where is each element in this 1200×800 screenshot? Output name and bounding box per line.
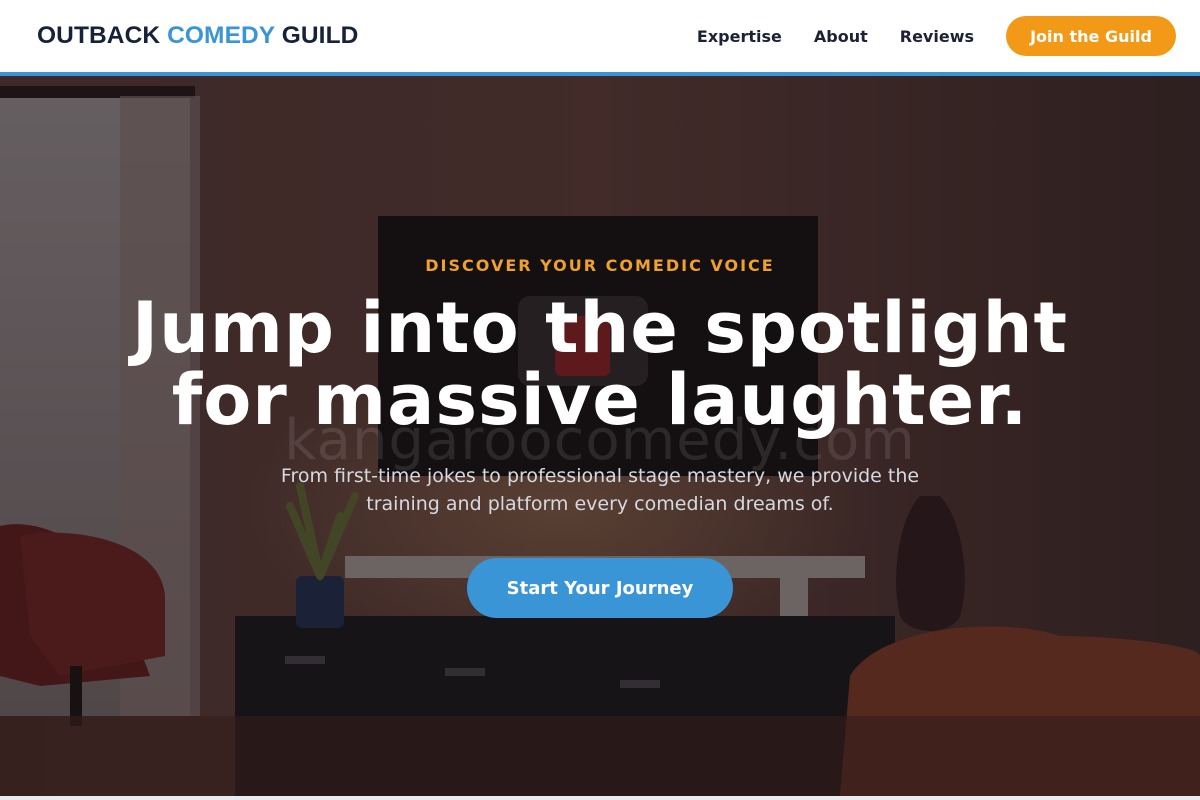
main-nav: Expertise About Reviews Join the Guild <box>697 16 1176 56</box>
logo-text-outback: OUTBACK <box>37 22 168 49</box>
hero-subtext-line-1: From first-time jokes to professional st… <box>280 465 920 487</box>
hero-section: kangaroocomedy.com DISCOVER YOUR COMEDIC… <box>0 76 1200 796</box>
hero-headline-line-1: Jump into the spotlight <box>132 287 1068 369</box>
hero-subtext-line-2: training and platform every comedian dre… <box>366 493 834 515</box>
hero-headline-line-2: for massive laughter. <box>171 359 1029 441</box>
nav-link-about[interactable]: About <box>814 27 868 46</box>
hero-headline: Jump into the spotlight for massive laug… <box>0 292 1200 436</box>
nav-link-reviews[interactable]: Reviews <box>900 27 974 46</box>
hero-subtext: From first-time jokes to professional st… <box>0 462 1200 518</box>
header-accent-bar <box>0 72 1200 76</box>
logo-text-guild: GUILD <box>274 22 359 49</box>
logo-text-comedy: COMEDY <box>167 22 275 49</box>
site-header: OUTBACK COMEDY GUILD Expertise About Rev… <box>0 0 1200 72</box>
page-bottom-edge <box>0 796 1200 800</box>
start-journey-button[interactable]: Start Your Journey <box>467 558 733 618</box>
nav-link-expertise[interactable]: Expertise <box>697 27 782 46</box>
site-logo[interactable]: OUTBACK COMEDY GUILD <box>37 22 358 50</box>
join-guild-button[interactable]: Join the Guild <box>1006 16 1176 56</box>
hero-eyebrow: DISCOVER YOUR COMEDIC VOICE <box>425 256 775 275</box>
